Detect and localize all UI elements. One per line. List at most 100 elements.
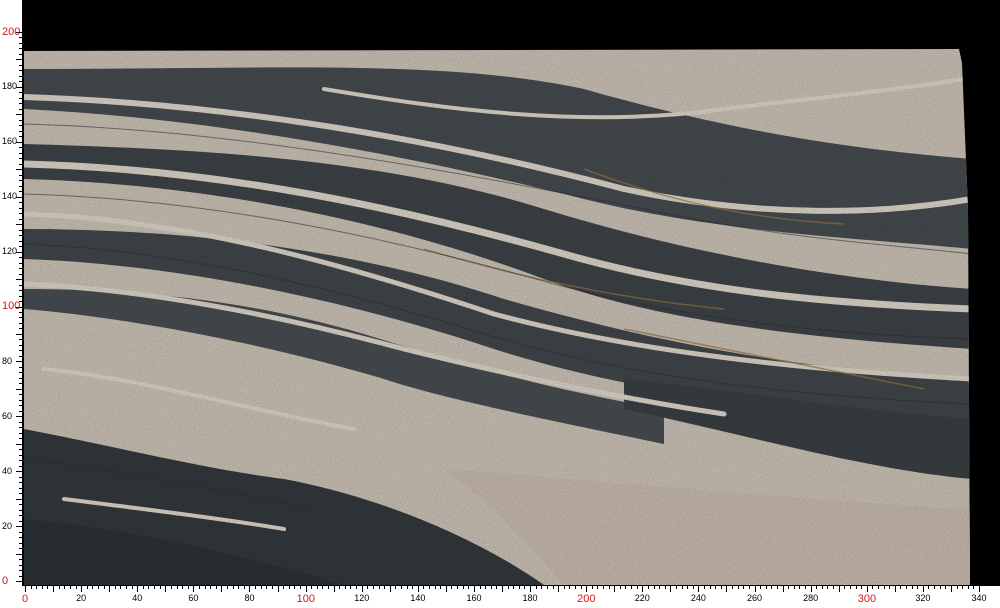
left-ruler-tick: [16, 361, 22, 363]
bottom-ruler-tick: [434, 586, 436, 589]
bottom-ruler-tick: [255, 586, 257, 589]
bottom-ruler-tick: [412, 586, 414, 589]
bottom-ruler-tick: [479, 586, 481, 589]
bottom-ruler-tick: [339, 586, 341, 589]
left-ruler-tick: [16, 443, 22, 445]
left-ruler-tick: [19, 191, 22, 193]
left-ruler-tick: [19, 531, 22, 533]
bottom-ruler-tick: [574, 586, 576, 589]
bottom-ruler-tick: [732, 586, 734, 589]
bottom-ruler-tick: [883, 586, 885, 589]
bottom-ruler-tick: [215, 586, 217, 589]
bottom-ruler-tick: [502, 586, 503, 592]
bottom-ruler-tick: [737, 586, 739, 589]
left-ruler-tick: [19, 322, 22, 324]
bottom-ruler-tick: [344, 586, 346, 589]
bottom-ruler-tick: [210, 586, 212, 589]
bottom-ruler-tick: [805, 586, 807, 589]
left-ruler-tick: [19, 48, 22, 50]
left-ruler-tick: [19, 504, 22, 506]
bottom-ruler-tick: [367, 586, 369, 589]
bottom-ruler-label: 340: [971, 593, 987, 603]
left-ruler-tick: [19, 317, 22, 319]
bottom-ruler-tick: [664, 586, 666, 589]
bottom-ruler-label: 60: [188, 593, 199, 603]
bottom-ruler-tick: [906, 586, 908, 589]
bottom-ruler-tick: [715, 586, 717, 589]
bottom-ruler-tick: [541, 586, 543, 589]
bottom-ruler-tick: [838, 586, 840, 592]
bottom-ruler-tick: [47, 586, 49, 589]
left-ruler-tick: [19, 185, 22, 187]
left-ruler-label: 200: [2, 25, 21, 38]
bottom-ruler-tick: [608, 586, 610, 589]
bottom-ruler-label: 180: [522, 593, 538, 603]
left-ruler-tick: [19, 262, 22, 264]
bottom-ruler-tick: [148, 586, 150, 589]
bottom-ruler-tick: [720, 586, 722, 589]
left-ruler-tick: [19, 377, 22, 379]
left-ruler-tick: [19, 70, 22, 72]
left-ruler-tick: [19, 240, 22, 242]
left-ruler-tick: [19, 103, 22, 105]
bottom-ruler-tick: [316, 586, 318, 589]
bottom-ruler-tick: [417, 586, 419, 592]
left-ruler-label: 60: [2, 410, 13, 421]
left-ruler-tick: [19, 454, 22, 456]
bottom-ruler-label: 200: [577, 593, 596, 605]
bottom-ruler-label: 300: [857, 593, 877, 605]
bottom-ruler-tick: [25, 586, 26, 592]
bottom-ruler-tick: [821, 586, 823, 589]
left-ruler-label: 40: [2, 465, 13, 476]
left-ruler-tick: [16, 526, 22, 528]
bottom-ruler-tick: [400, 586, 402, 589]
left-ruler-tick: [19, 311, 22, 313]
left-ruler-tick: [19, 399, 22, 401]
left-ruler-tick: [19, 284, 22, 286]
bottom-ruler-tick: [159, 586, 161, 589]
left-ruler-tick: [19, 136, 22, 138]
left-ruler-tick: [19, 449, 22, 451]
bottom-ruler-tick: [238, 586, 240, 589]
bottom-ruler-tick: [580, 586, 582, 589]
left-ruler-tick: [16, 59, 22, 61]
left-ruler-tick: [19, 383, 22, 385]
left-ruler-tick: [16, 114, 22, 116]
left-ruler-tick: [19, 229, 22, 231]
bottom-ruler-tick: [58, 586, 60, 589]
left-ruler-tick: [19, 509, 22, 511]
left-ruler-tick: [19, 460, 22, 462]
left-ruler-tick: [19, 328, 22, 330]
bottom-ruler-tick: [900, 586, 902, 589]
bottom-ruler-tick: [97, 586, 99, 589]
bottom-ruler-tick: [406, 586, 408, 589]
bottom-ruler-tick: [518, 586, 520, 589]
bottom-ruler-tick: [260, 586, 262, 589]
bottom-ruler-tick: [266, 586, 268, 589]
bottom-ruler-tick: [103, 586, 105, 589]
bottom-ruler-tick: [934, 586, 936, 589]
bottom-ruler-tick: [866, 586, 868, 592]
left-ruler-tick: [19, 570, 22, 572]
bottom-ruler-tick: [507, 586, 509, 589]
left-ruler-tick: [16, 169, 22, 171]
left-ruler-label: 0: [2, 574, 9, 587]
bottom-ruler-tick: [849, 586, 851, 589]
bottom-ruler-label: 240: [690, 593, 706, 603]
bottom-ruler-tick: [861, 586, 863, 589]
bottom-ruler-tick: [243, 586, 245, 589]
bottom-ruler-tick: [928, 586, 930, 589]
left-ruler-tick: [19, 147, 22, 149]
bottom-ruler-tick: [86, 586, 88, 589]
left-ruler-tick: [19, 372, 22, 374]
bottom-ruler-tick: [490, 586, 492, 589]
left-ruler-tick: [19, 257, 22, 259]
left-ruler-tick: [16, 416, 22, 418]
bottom-ruler-tick: [75, 586, 77, 589]
left-ruler-tick: [16, 553, 22, 555]
left-ruler-tick: [19, 394, 22, 396]
left-ruler-tick: [19, 207, 22, 209]
bottom-ruler-tick: [788, 586, 790, 589]
bottom-ruler-tick: [333, 586, 335, 592]
bottom-ruler-tick: [356, 586, 358, 589]
